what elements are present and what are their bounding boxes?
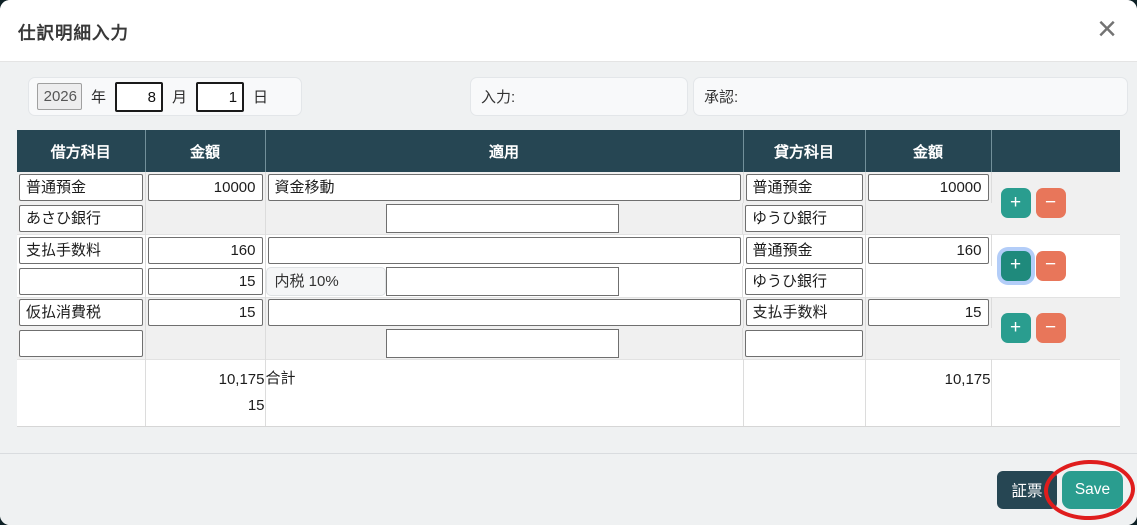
credit-amount-input[interactable]: 15 xyxy=(867,299,989,327)
credit-sub-account-input[interactable]: ゆうひ銀行 xyxy=(745,267,863,295)
header-credit-account: 貸方科目 xyxy=(743,130,866,172)
add-row-button[interactable]: + xyxy=(1000,313,1031,344)
header-credit-amount: 金額 xyxy=(865,130,992,172)
totals-empty-cell xyxy=(743,359,866,427)
input-by-field[interactable]: 入力: xyxy=(470,77,688,116)
memo-input[interactable] xyxy=(267,299,741,327)
debit-sub-account-input[interactable]: あさひ銀行 xyxy=(19,205,143,232)
table-row: 仮払消費税 15 支払手数料 15 + − xyxy=(17,297,1120,344)
row-actions-cell: + − xyxy=(991,235,1120,298)
credit-total: 10,175 xyxy=(865,359,992,427)
journal-table: 借方科目 金額 適用 貸方科目 金額 普通預金 10000 資金移動 普通預金 … xyxy=(17,130,1120,427)
header-memo: 適用 xyxy=(265,130,744,172)
dialog-content: 2026 年 8 月 1 日 入力: 承認: 借方科目 金額 適用 貸方科目 金… xyxy=(0,62,1137,525)
credit-amount-input[interactable]: 10000 xyxy=(867,174,989,201)
table-row: あさひ銀行 ゆうひ銀行 xyxy=(17,203,1120,235)
debit-amount-input[interactable]: 15 xyxy=(147,299,263,327)
header-debit-amount: 金額 xyxy=(145,130,266,172)
totals-section: 10,175 15 合計 10,175 xyxy=(17,359,1120,427)
debit-amount-input[interactable]: 160 xyxy=(147,236,263,264)
totals-empty-cell xyxy=(991,359,1120,427)
credit-sub-account-input[interactable]: ゆうひ銀行 xyxy=(745,205,863,232)
save-button[interactable]: Save xyxy=(1062,471,1123,509)
approval-by-field[interactable]: 承認: xyxy=(693,77,1128,116)
date-panel: 2026 年 8 月 1 日 xyxy=(28,77,302,116)
empty-amount-cell xyxy=(145,328,266,360)
journal-entry-dialog: 仕訳明細入力 × 2026 年 8 月 1 日 入力: 承認: 借方科目 金額 … xyxy=(0,0,1137,525)
row-actions-cell: + − xyxy=(991,297,1120,360)
month-label: 月 xyxy=(172,89,188,106)
memo-input[interactable]: 資金移動 xyxy=(267,174,741,201)
table-header-row: 借方科目 金額 適用 貸方科目 金額 xyxy=(17,130,1120,172)
day-field[interactable]: 1 xyxy=(196,81,245,112)
debit-sub-account-input[interactable] xyxy=(19,330,143,357)
debit-account-input[interactable]: 仮払消費税 xyxy=(19,299,143,327)
memo-input[interactable] xyxy=(267,236,741,264)
year-label: 年 xyxy=(91,89,107,106)
empty-amount-cell xyxy=(865,203,991,235)
add-row-button-focused[interactable]: + xyxy=(1000,250,1031,281)
header-debit-account: 借方科目 xyxy=(17,130,146,172)
table-row: 15 内税 10% ゆうひ銀行 xyxy=(17,265,1120,298)
empty-amount-cell xyxy=(145,203,266,235)
debit-totals-cell: 10,175 15 xyxy=(145,359,266,427)
credit-sub-account-input[interactable] xyxy=(745,330,863,357)
debit-account-input[interactable]: 普通預金 xyxy=(19,174,143,201)
table-row xyxy=(17,328,1120,360)
footer-divider xyxy=(0,453,1137,454)
debit-total: 10,175 xyxy=(218,371,265,388)
month-field[interactable]: 8 xyxy=(115,81,164,112)
credit-account-input[interactable]: 普通預金 xyxy=(745,236,863,264)
totals-label: 合計 xyxy=(265,359,744,427)
entry-group: 普通預金 10000 資金移動 普通預金 10000 + − あさひ銀行 ゆうひ銀… xyxy=(17,172,1120,235)
empty-amount-cell xyxy=(865,328,991,360)
totals-empty-cell xyxy=(17,359,146,427)
credit-amount-input[interactable]: 160 xyxy=(867,236,989,264)
remove-row-button[interactable]: − xyxy=(1035,188,1066,218)
debit-account-input[interactable]: 支払手数料 xyxy=(19,236,143,264)
table-row: 普通預金 10000 資金移動 普通預金 10000 + − xyxy=(17,172,1120,218)
remove-row-button[interactable]: − xyxy=(1035,313,1066,344)
entry-group: 仮払消費税 15 支払手数料 15 + − xyxy=(17,297,1120,360)
debit-tax-total: 15 xyxy=(247,397,265,414)
totals-row: 10,175 15 合計 10,175 xyxy=(17,359,1120,427)
dialog-titlebar: 仕訳明細入力 × xyxy=(0,0,1137,62)
add-row-button[interactable]: + xyxy=(1000,188,1031,218)
voucher-button[interactable]: 証票 xyxy=(997,471,1057,509)
debit-sub-account-input[interactable] xyxy=(19,267,143,295)
memo-sub-input[interactable] xyxy=(385,204,619,233)
credit-account-input[interactable]: 普通預金 xyxy=(745,174,863,201)
empty-amount-cell xyxy=(865,266,991,298)
debit-tax-amount-input[interactable]: 15 xyxy=(147,267,263,295)
year-field: 2026 xyxy=(37,83,82,110)
remove-row-button[interactable]: − xyxy=(1035,250,1066,281)
day-label: 日 xyxy=(253,89,269,106)
dialog-title: 仕訳明細入力 xyxy=(18,23,129,43)
credit-account-input[interactable]: 支払手数料 xyxy=(745,299,863,327)
close-icon[interactable]: × xyxy=(1089,8,1125,50)
table-row: 支払手数料 160 普通預金 160 + − xyxy=(17,234,1120,281)
debit-amount-input[interactable]: 10000 xyxy=(147,174,263,201)
row-actions-cell: + − xyxy=(991,172,1120,235)
entry-group: 支払手数料 160 普通預金 160 + − 15 内税 10% ゆうひ銀行 xyxy=(17,234,1120,298)
memo-sub-input[interactable] xyxy=(385,266,619,296)
header-actions xyxy=(991,130,1120,172)
memo-sub-input[interactable] xyxy=(385,329,619,358)
tax-type-label: 内税 10% xyxy=(265,266,386,296)
